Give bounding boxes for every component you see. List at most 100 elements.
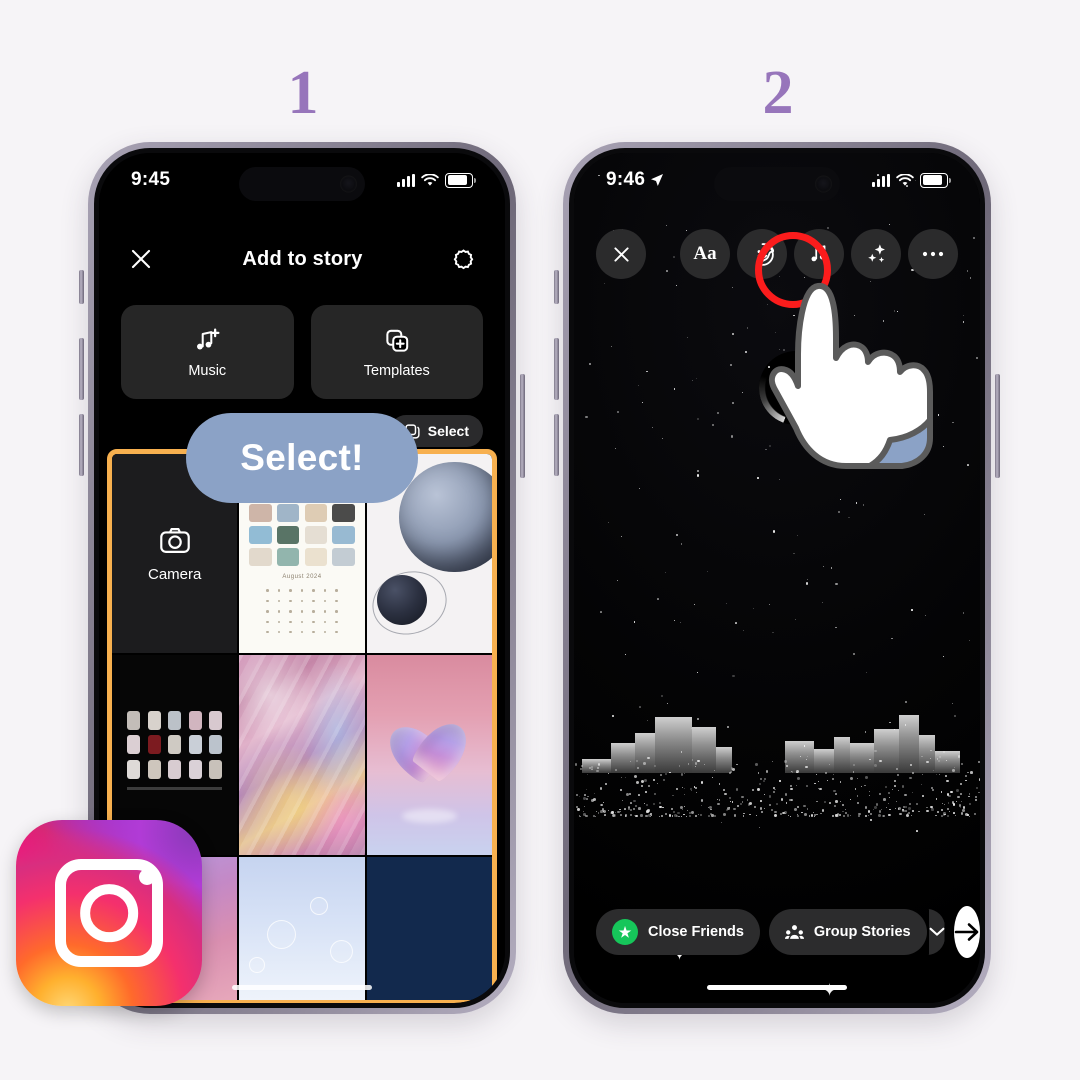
volume-down-button[interactable] [79,414,84,476]
volume-up-button[interactable] [79,338,84,400]
city-light-dot [958,804,962,807]
city-light-dot [733,814,737,817]
star-dot [869,818,872,821]
star-dot [936,758,939,760]
close-icon[interactable] [129,247,153,271]
select-button-label: Select [427,423,469,439]
star-dot [680,543,683,545]
city-light-dot [652,802,656,806]
audience-dropdown-button[interactable] [926,909,945,955]
gallery-item-heart[interactable] [366,655,492,855]
star-dot [697,474,700,477]
city-light-dot [733,807,737,811]
city-light-dot [635,759,639,762]
city-light-dot [763,780,765,782]
city-light-dot [731,800,734,803]
star-dot [732,674,735,678]
slide-canvas: 1 2 9:45 Add to story Music Templates Se… [0,0,1080,1080]
text-tool-button[interactable]: Aa [680,229,730,279]
gallery-item-bubbles[interactable] [239,856,365,1000]
templates-tile[interactable]: Templates [310,305,483,399]
power-button[interactable] [520,374,525,478]
music-tile[interactable]: Music [121,305,294,399]
city-light-dot [678,815,680,817]
city-light-dot [736,804,739,807]
city-light-dot [659,773,662,777]
city-light-dot [746,799,749,801]
city-light-dot [872,808,875,811]
close-friends-button[interactable]: ★ Close Friends [596,909,760,955]
city-light-dot [643,803,646,805]
city-light-dot [757,772,760,774]
city-light-dot [672,815,674,817]
volume-up-button-2[interactable] [554,338,559,400]
city-light-dot [584,793,586,796]
planet-small [376,575,427,626]
star-dot [641,402,643,403]
city-light-dot [724,792,727,796]
city-light-dot [889,808,891,811]
city-light-dot [583,813,586,816]
city-light-dot [669,772,671,774]
city-light-dot [955,814,957,816]
star-dot [864,784,866,787]
city-light-dot [668,814,672,817]
step-number-1: 1 [287,59,319,127]
city-light-dot [608,772,609,774]
city-light-dot [740,803,742,805]
city-light-dot [653,778,656,782]
city-light-dot [820,812,822,815]
city-light-dot [861,785,863,787]
city-light-dot [723,813,726,817]
instagram-logo [16,820,202,1006]
city-light-dot [710,808,712,810]
gallery-item-navy[interactable] [366,856,492,1000]
city-light-dot [585,789,587,791]
city-light-dot [833,805,836,807]
star-dot [711,424,714,427]
city-light-dot [664,812,668,815]
city-light-dot [764,794,765,795]
status-time-text-2: 9:46 [606,169,646,190]
send-story-button[interactable] [953,906,980,958]
instagram-logo-lens [80,884,138,942]
star-dot [862,504,865,506]
city-light-dot [678,765,681,767]
city-light-dot [623,808,626,810]
silent-switch[interactable] [79,270,84,304]
star-dot [615,447,617,450]
city-light-dot [836,812,839,815]
star-dot [874,749,877,752]
star-dot [729,363,733,366]
star-dot [850,799,851,800]
camera-icon [159,527,190,553]
status-bar-2: 9:46 [574,153,980,207]
city-light-dot [717,802,720,805]
city-light-dot [587,774,589,776]
star-dot [752,607,755,610]
silent-switch-2[interactable] [554,270,559,304]
power-button-2[interactable] [995,374,1000,478]
volume-down-button-2[interactable] [554,414,559,476]
city-light-dot [629,808,633,812]
city-light-dot [591,799,594,803]
story-settings-icon[interactable] [452,248,475,271]
star-dot [821,601,823,603]
city-light-dot [856,801,860,804]
city-light-dot [681,786,684,789]
group-stories-label: Group Stories [813,924,911,940]
close-story-button[interactable] [596,229,646,279]
group-stories-button[interactable]: Group Stories [768,909,927,955]
city-light-dot [759,799,762,802]
gallery-item-silk[interactable] [239,655,365,855]
star-dot [911,609,913,611]
city-light-dot [611,813,615,817]
city-light-dot [602,801,604,803]
city-light-dot [604,783,607,785]
city-light-dot [864,806,868,809]
city-light-dot [908,807,911,810]
city-light-dot [897,789,899,791]
city-light-dot [581,765,583,767]
city-light-dot [907,811,911,815]
city-light-dot [604,814,607,816]
